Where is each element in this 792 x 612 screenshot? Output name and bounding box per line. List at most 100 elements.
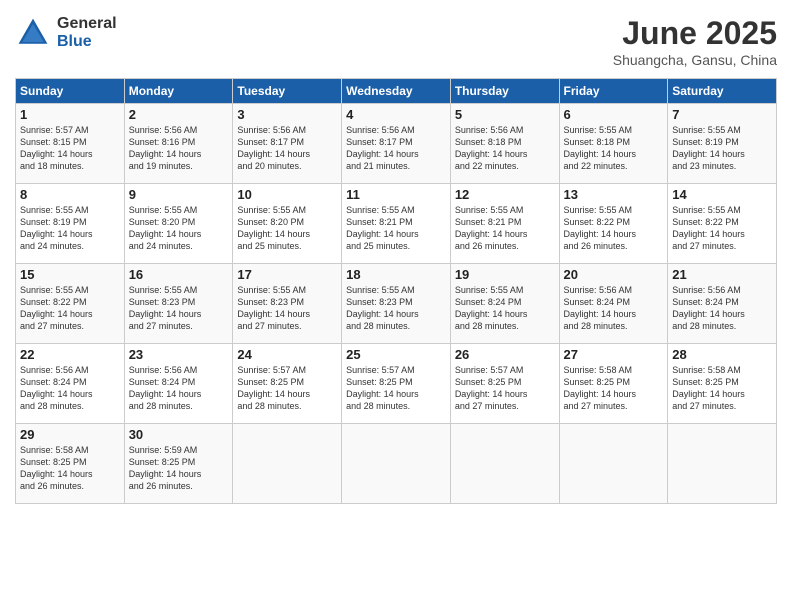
page: General Blue June 2025 Shuangcha, Gansu,… (0, 0, 792, 612)
day-number: 6 (564, 107, 664, 122)
day-number: 30 (129, 427, 229, 442)
calendar-cell: 30 Sunrise: 5:59 AM Sunset: 8:25 PM Dayli… (124, 424, 233, 504)
day-number: 18 (346, 267, 446, 282)
calendar-cell: 10 Sunrise: 5:55 AM Sunset: 8:20 PM Dayli… (233, 184, 342, 264)
calendar-week-1: 1Sunrise: 5:57 AM Sunset: 8:15 PM Daylig… (16, 104, 777, 184)
cell-info: Sunrise: 5:56 AM Sunset: 8:17 PM Dayligh… (237, 124, 337, 173)
cell-info: Sunrise: 5:55 AM Sunset: 8:20 PM Dayligh… (237, 204, 337, 253)
calendar-cell: 2 Sunrise: 5:56 AM Sunset: 8:16 PM Daylig… (124, 104, 233, 184)
day-number: 11 (346, 187, 446, 202)
day-number: 3 (237, 107, 337, 122)
cell-info: Sunrise: 5:56 AM Sunset: 8:24 PM Dayligh… (672, 284, 772, 333)
cell-info: Sunrise: 5:58 AM Sunset: 8:25 PM Dayligh… (564, 364, 664, 413)
calendar-week-2: 8 Sunrise: 5:55 AM Sunset: 8:19 PM Daylig… (16, 184, 777, 264)
cell-info: Sunrise: 5:55 AM Sunset: 8:22 PM Dayligh… (564, 204, 664, 253)
cell-info: Sunrise: 5:55 AM Sunset: 8:22 PM Dayligh… (20, 284, 120, 333)
day-number: 8 (20, 187, 120, 202)
calendar-cell: 18 Sunrise: 5:55 AM Sunset: 8:23 PM Dayli… (342, 264, 451, 344)
day-number: 16 (129, 267, 229, 282)
calendar-cell (668, 424, 777, 504)
day-number: 5 (455, 107, 555, 122)
cell-info: Sunrise: 5:57 AM Sunset: 8:25 PM Dayligh… (346, 364, 446, 413)
cell-info: Sunrise: 5:57 AM Sunset: 8:15 PM Dayligh… (20, 124, 120, 173)
calendar-header-row: SundayMondayTuesdayWednesdayThursdayFrid… (16, 79, 777, 104)
day-number: 4 (346, 107, 446, 122)
day-number: 20 (564, 267, 664, 282)
calendar-cell: 6Sunrise: 5:55 AM Sunset: 8:18 PM Daylig… (559, 104, 668, 184)
calendar-cell (559, 424, 668, 504)
calendar-cell: 8 Sunrise: 5:55 AM Sunset: 8:19 PM Daylig… (16, 184, 125, 264)
day-number: 12 (455, 187, 555, 202)
cell-info: Sunrise: 5:55 AM Sunset: 8:23 PM Dayligh… (237, 284, 337, 333)
calendar-week-3: 15 Sunrise: 5:55 AM Sunset: 8:22 PM Dayli… (16, 264, 777, 344)
col-header-thursday: Thursday (450, 79, 559, 104)
day-number: 29 (20, 427, 120, 442)
calendar-cell: 23Sunrise: 5:56 AM Sunset: 8:24 PM Dayli… (124, 344, 233, 424)
calendar-cell: 28Sunrise: 5:58 AM Sunset: 8:25 PM Dayli… (668, 344, 777, 424)
calendar-cell: 3 Sunrise: 5:56 AM Sunset: 8:17 PM Daylig… (233, 104, 342, 184)
cell-info: Sunrise: 5:56 AM Sunset: 8:17 PM Dayligh… (346, 124, 446, 173)
calendar-cell (233, 424, 342, 504)
cell-info: Sunrise: 5:56 AM Sunset: 8:24 PM Dayligh… (564, 284, 664, 333)
day-number: 17 (237, 267, 337, 282)
day-number: 7 (672, 107, 772, 122)
day-number: 25 (346, 347, 446, 362)
cell-info: Sunrise: 5:58 AM Sunset: 8:25 PM Dayligh… (20, 444, 120, 493)
day-number: 10 (237, 187, 337, 202)
calendar-cell: 20 Sunrise: 5:56 AM Sunset: 8:24 PM Dayli… (559, 264, 668, 344)
day-number: 14 (672, 187, 772, 202)
calendar-cell: 25 Sunrise: 5:57 AM Sunset: 8:25 PM Dayli… (342, 344, 451, 424)
cell-info: Sunrise: 5:57 AM Sunset: 8:25 PM Dayligh… (455, 364, 555, 413)
col-header-tuesday: Tuesday (233, 79, 342, 104)
day-number: 15 (20, 267, 120, 282)
calendar-cell: 21 Sunrise: 5:56 AM Sunset: 8:24 PM Dayli… (668, 264, 777, 344)
day-number: 22 (20, 347, 120, 362)
calendar-cell: 29 Sunrise: 5:58 AM Sunset: 8:25 PM Dayli… (16, 424, 125, 504)
day-number: 24 (237, 347, 337, 362)
col-header-wednesday: Wednesday (342, 79, 451, 104)
day-number: 13 (564, 187, 664, 202)
calendar-table: SundayMondayTuesdayWednesdayThursdayFrid… (15, 78, 777, 504)
cell-info: Sunrise: 5:55 AM Sunset: 8:23 PM Dayligh… (346, 284, 446, 333)
cell-info: Sunrise: 5:56 AM Sunset: 8:16 PM Dayligh… (129, 124, 229, 173)
day-number: 9 (129, 187, 229, 202)
calendar-cell: 27 Sunrise: 5:58 AM Sunset: 8:25 PM Dayli… (559, 344, 668, 424)
calendar-cell: 1Sunrise: 5:57 AM Sunset: 8:15 PM Daylig… (16, 104, 125, 184)
calendar-cell: 26 Sunrise: 5:57 AM Sunset: 8:25 PM Dayli… (450, 344, 559, 424)
day-number: 21 (672, 267, 772, 282)
cell-info: Sunrise: 5:59 AM Sunset: 8:25 PM Dayligh… (129, 444, 229, 493)
calendar-cell: 19 Sunrise: 5:55 AM Sunset: 8:24 PM Dayli… (450, 264, 559, 344)
calendar-week-5: 29 Sunrise: 5:58 AM Sunset: 8:25 PM Dayli… (16, 424, 777, 504)
main-title: June 2025 (613, 15, 777, 52)
cell-info: Sunrise: 5:55 AM Sunset: 8:19 PM Dayligh… (20, 204, 120, 253)
sub-title: Shuangcha, Gansu, China (613, 52, 777, 68)
logo: General Blue (15, 15, 117, 51)
calendar-cell: 17 Sunrise: 5:55 AM Sunset: 8:23 PM Dayli… (233, 264, 342, 344)
calendar-week-4: 22 Sunrise: 5:56 AM Sunset: 8:24 PM Dayli… (16, 344, 777, 424)
calendar-cell: 13 Sunrise: 5:55 AM Sunset: 8:22 PM Dayli… (559, 184, 668, 264)
calendar-cell: 15 Sunrise: 5:55 AM Sunset: 8:22 PM Dayli… (16, 264, 125, 344)
calendar-cell: 7 Sunrise: 5:55 AM Sunset: 8:19 PM Daylig… (668, 104, 777, 184)
cell-info: Sunrise: 5:55 AM Sunset: 8:24 PM Dayligh… (455, 284, 555, 333)
cell-info: Sunrise: 5:55 AM Sunset: 8:21 PM Dayligh… (455, 204, 555, 253)
cell-info: Sunrise: 5:55 AM Sunset: 8:19 PM Dayligh… (672, 124, 772, 173)
logo-blue: Blue (57, 33, 117, 51)
calendar-cell (342, 424, 451, 504)
cell-info: Sunrise: 5:56 AM Sunset: 8:24 PM Dayligh… (20, 364, 120, 413)
day-number: 2 (129, 107, 229, 122)
logo-text: General Blue (57, 15, 117, 50)
calendar-cell: 11 Sunrise: 5:55 AM Sunset: 8:21 PM Dayli… (342, 184, 451, 264)
cell-info: Sunrise: 5:55 AM Sunset: 8:20 PM Dayligh… (129, 204, 229, 253)
title-block: June 2025 Shuangcha, Gansu, China (613, 15, 777, 68)
calendar-cell: 5Sunrise: 5:56 AM Sunset: 8:18 PM Daylig… (450, 104, 559, 184)
day-number: 26 (455, 347, 555, 362)
header: General Blue June 2025 Shuangcha, Gansu,… (15, 15, 777, 68)
logo-general: General (57, 15, 117, 33)
cell-info: Sunrise: 5:55 AM Sunset: 8:21 PM Dayligh… (346, 204, 446, 253)
day-number: 19 (455, 267, 555, 282)
calendar-cell: 14Sunrise: 5:55 AM Sunset: 8:22 PM Dayli… (668, 184, 777, 264)
cell-info: Sunrise: 5:55 AM Sunset: 8:23 PM Dayligh… (129, 284, 229, 333)
day-number: 27 (564, 347, 664, 362)
col-header-monday: Monday (124, 79, 233, 104)
calendar-cell: 4 Sunrise: 5:56 AM Sunset: 8:17 PM Daylig… (342, 104, 451, 184)
